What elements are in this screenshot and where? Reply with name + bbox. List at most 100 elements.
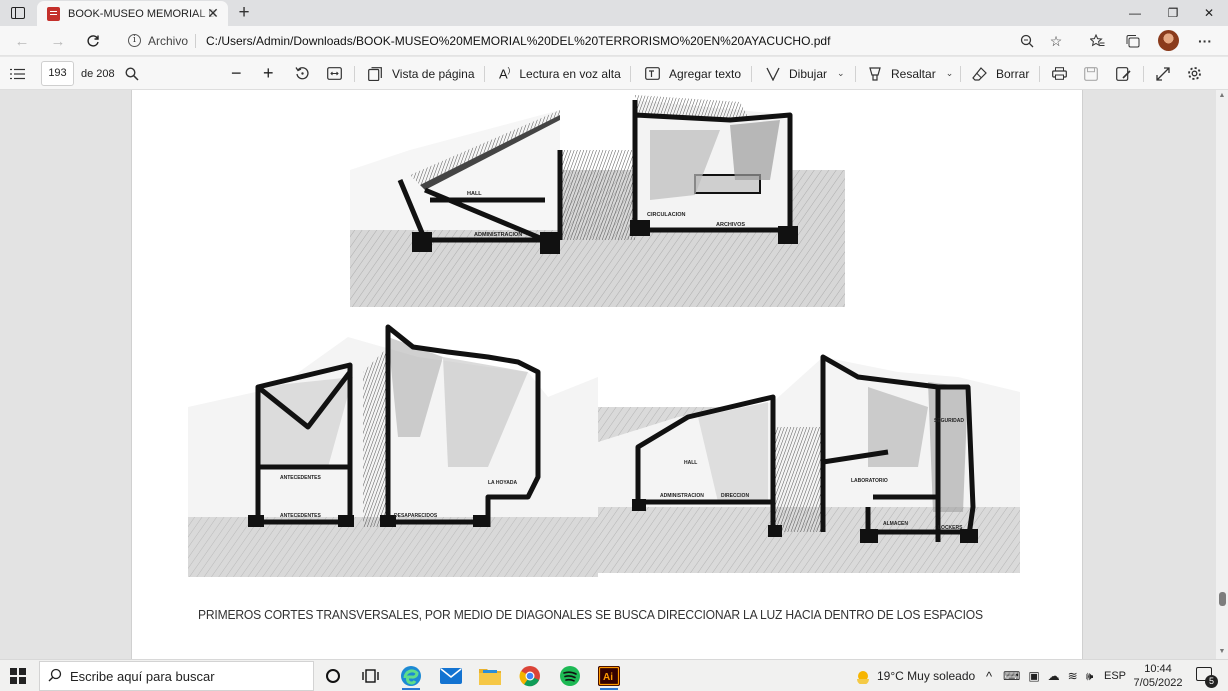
label-seguridad: SEGURIDAD <box>934 418 964 424</box>
url-text[interactable]: C:/Users/Admin/Downloads/BOOK-MUSEO%20ME… <box>206 34 830 48</box>
tray-icons: ⌨ ▣ ☁ ≋ 🕪 <box>1003 660 1093 691</box>
read-aloud-button[interactable]: A) Lectura en voz alta <box>499 57 621 90</box>
tab-close-icon[interactable]: ✕ <box>205 5 221 21</box>
chevron-down-icon[interactable]: ⌄ <box>837 68 845 79</box>
label-admin: ADMINISTRACION <box>474 232 522 238</box>
pdf-viewer[interactable]: HALL ADMINISTRACION CIRCULACION ARCHIVOS <box>0 90 1216 659</box>
restore-button[interactable]: ❐ <box>1154 0 1192 26</box>
section-drawing-top: HALL ADMINISTRACION CIRCULACION ARCHIVOS <box>350 95 845 307</box>
chevron-down-icon[interactable]: ⌄ <box>946 68 954 79</box>
read-aloud-label: Lectura en voz alta <box>519 66 621 81</box>
scroll-up-icon[interactable]: ▲ <box>1218 92 1226 100</box>
keyboard-icon[interactable]: ⌨ <box>1003 669 1020 683</box>
meet-now-icon[interactable]: ▣ <box>1028 669 1039 683</box>
section-drawing-left: ANTECEDENTES ANTECEDENTES DESAPARECIDOS … <box>188 324 598 577</box>
save-as-icon[interactable] <box>1116 57 1131 90</box>
page-number-input[interactable]: 193 <box>41 61 74 86</box>
back-button[interactable]: ← <box>10 30 34 52</box>
erase-label: Borrar <box>996 66 1030 81</box>
erase-button[interactable]: Borrar <box>972 57 1029 90</box>
label-almacen: ALMACEN <box>883 521 908 527</box>
weather-text: 19°C Muy soleado <box>877 669 976 683</box>
new-tab-button[interactable]: + <box>234 3 254 23</box>
notification-badge: 5 <box>1205 675 1218 688</box>
clock-time: 10:44 <box>1144 663 1172 675</box>
file-explorer-icon[interactable] <box>471 662 509 690</box>
label-admin-right: ADMINISTRACION <box>660 493 704 499</box>
page-view-button[interactable]: Vista de página <box>368 57 475 90</box>
search-placeholder: Escribe aquí para buscar <box>70 668 215 684</box>
onedrive-icon[interactable]: ☁ <box>1048 669 1060 683</box>
search-icon[interactable] <box>125 57 139 90</box>
read-aloud-icon: A) <box>499 65 511 82</box>
tab-actions-icon[interactable] <box>9 5 27 21</box>
pdf-page: HALL ADMINISTRACION CIRCULACION ARCHIVOS <box>131 90 1083 659</box>
forward-button[interactable]: → <box>46 30 70 52</box>
label-direccion: DIRECCION <box>721 493 749 499</box>
label-hall-right: HALL <box>684 460 697 466</box>
label-antecedentes-upper: ANTECEDENTES <box>280 475 322 481</box>
vertical-scrollbar[interactable]: ▲ ▼ <box>1216 90 1228 659</box>
scroll-thumb[interactable] <box>1219 592 1226 606</box>
volume-icon[interactable]: 🕪 <box>1086 669 1094 684</box>
save-icon[interactable] <box>1084 57 1098 90</box>
language-indicator[interactable]: ESP <box>1104 660 1126 691</box>
spotify-icon[interactable] <box>551 662 589 690</box>
scroll-down-icon[interactable]: ▼ <box>1218 648 1226 656</box>
info-icon[interactable]: i <box>128 34 141 47</box>
rotate-icon[interactable] <box>295 57 310 90</box>
tab-active[interactable]: BOOK-MUSEO MEMORIAL DEL TERRORISMO EN AY… <box>37 1 228 26</box>
draw-button[interactable]: Dibujar ⌄ <box>766 57 845 90</box>
settings-more-button[interactable]: ··· <box>1194 30 1216 52</box>
collections-icon[interactable] <box>1121 30 1143 52</box>
label-archives: ARCHIVOS <box>716 222 745 228</box>
add-text-label: Agregar texto <box>669 66 742 81</box>
refresh-button[interactable] <box>81 30 105 52</box>
weather-widget[interactable]: 19°C Muy soleado <box>855 660 975 691</box>
pdf-toolbar: 193 de 208 − + Vista de página A) Lectur… <box>0 57 1228 90</box>
mail-icon[interactable] <box>432 662 470 690</box>
profile-avatar[interactable] <box>1158 30 1179 51</box>
label-desaparecidos: DESAPARECIDOS <box>394 513 438 519</box>
label-lockers: LOCKERS <box>938 525 963 531</box>
site-label: Archivo <box>148 34 189 48</box>
zoom-out-button[interactable]: − <box>231 57 242 90</box>
contents-icon[interactable] <box>10 57 26 90</box>
taskbar-search[interactable]: Escribe aquí para buscar <box>39 661 314 691</box>
highlight-button[interactable]: Resaltar ⌄ <box>868 57 953 90</box>
zoom-in-button[interactable]: + <box>263 57 274 90</box>
page-total: de 208 <box>81 67 115 80</box>
chrome-icon[interactable] <box>511 662 549 690</box>
clock[interactable]: 10:44 7/05/2022 <box>1128 662 1188 690</box>
section-drawing-right: HALL ADMINISTRACION DIRECCION SEGURIDAD … <box>598 354 1020 573</box>
figure-caption: PRIMEROS CORTES TRANSVERSALES, POR MEDIO… <box>198 607 983 622</box>
search-icon <box>40 668 70 685</box>
label-hoyada: LA HOYADA <box>488 480 517 486</box>
print-icon[interactable] <box>1052 57 1067 90</box>
minimize-button[interactable]: — <box>1116 0 1154 26</box>
separator <box>195 34 196 48</box>
gear-icon[interactable] <box>1187 57 1202 90</box>
cortana-icon[interactable] <box>314 662 352 690</box>
favorite-add-icon[interactable]: ☆ <box>1045 30 1067 52</box>
task-view-icon[interactable] <box>352 662 390 690</box>
wifi-icon[interactable]: ≋ <box>1068 669 1078 683</box>
label-circulation: CIRCULACION <box>647 212 686 218</box>
illustrator-icon[interactable]: Ai <box>590 662 628 690</box>
label-laboratorio: LABORATORIO <box>851 478 888 484</box>
tab-title: BOOK-MUSEO MEMORIAL DEL TERRORISMO EN AY… <box>68 7 218 20</box>
zoom-icon[interactable] <box>1016 30 1038 52</box>
notification-icon[interactable]: 5 <box>1196 667 1218 688</box>
edge-icon[interactable] <box>392 662 430 690</box>
windows-start-icon[interactable] <box>10 668 26 684</box>
close-window-button[interactable]: ✕ <box>1190 0 1228 26</box>
address-bar[interactable]: i Archivo C:/Users/Admin/Downloads/BOOK-… <box>118 29 1072 53</box>
chevron-up-icon[interactable]: ^ <box>986 660 992 691</box>
page-view-label: Vista de página <box>392 66 475 81</box>
address-bar-row: ← → i Archivo C:/Users/Admin/Downloads/B… <box>0 26 1228 56</box>
add-text-button[interactable]: Agregar texto <box>645 57 741 90</box>
fit-page-icon[interactable] <box>327 57 342 90</box>
favorites-icon[interactable] <box>1086 30 1108 52</box>
svg-text:Ai: Ai <box>603 672 613 683</box>
fullscreen-icon[interactable] <box>1156 57 1170 90</box>
